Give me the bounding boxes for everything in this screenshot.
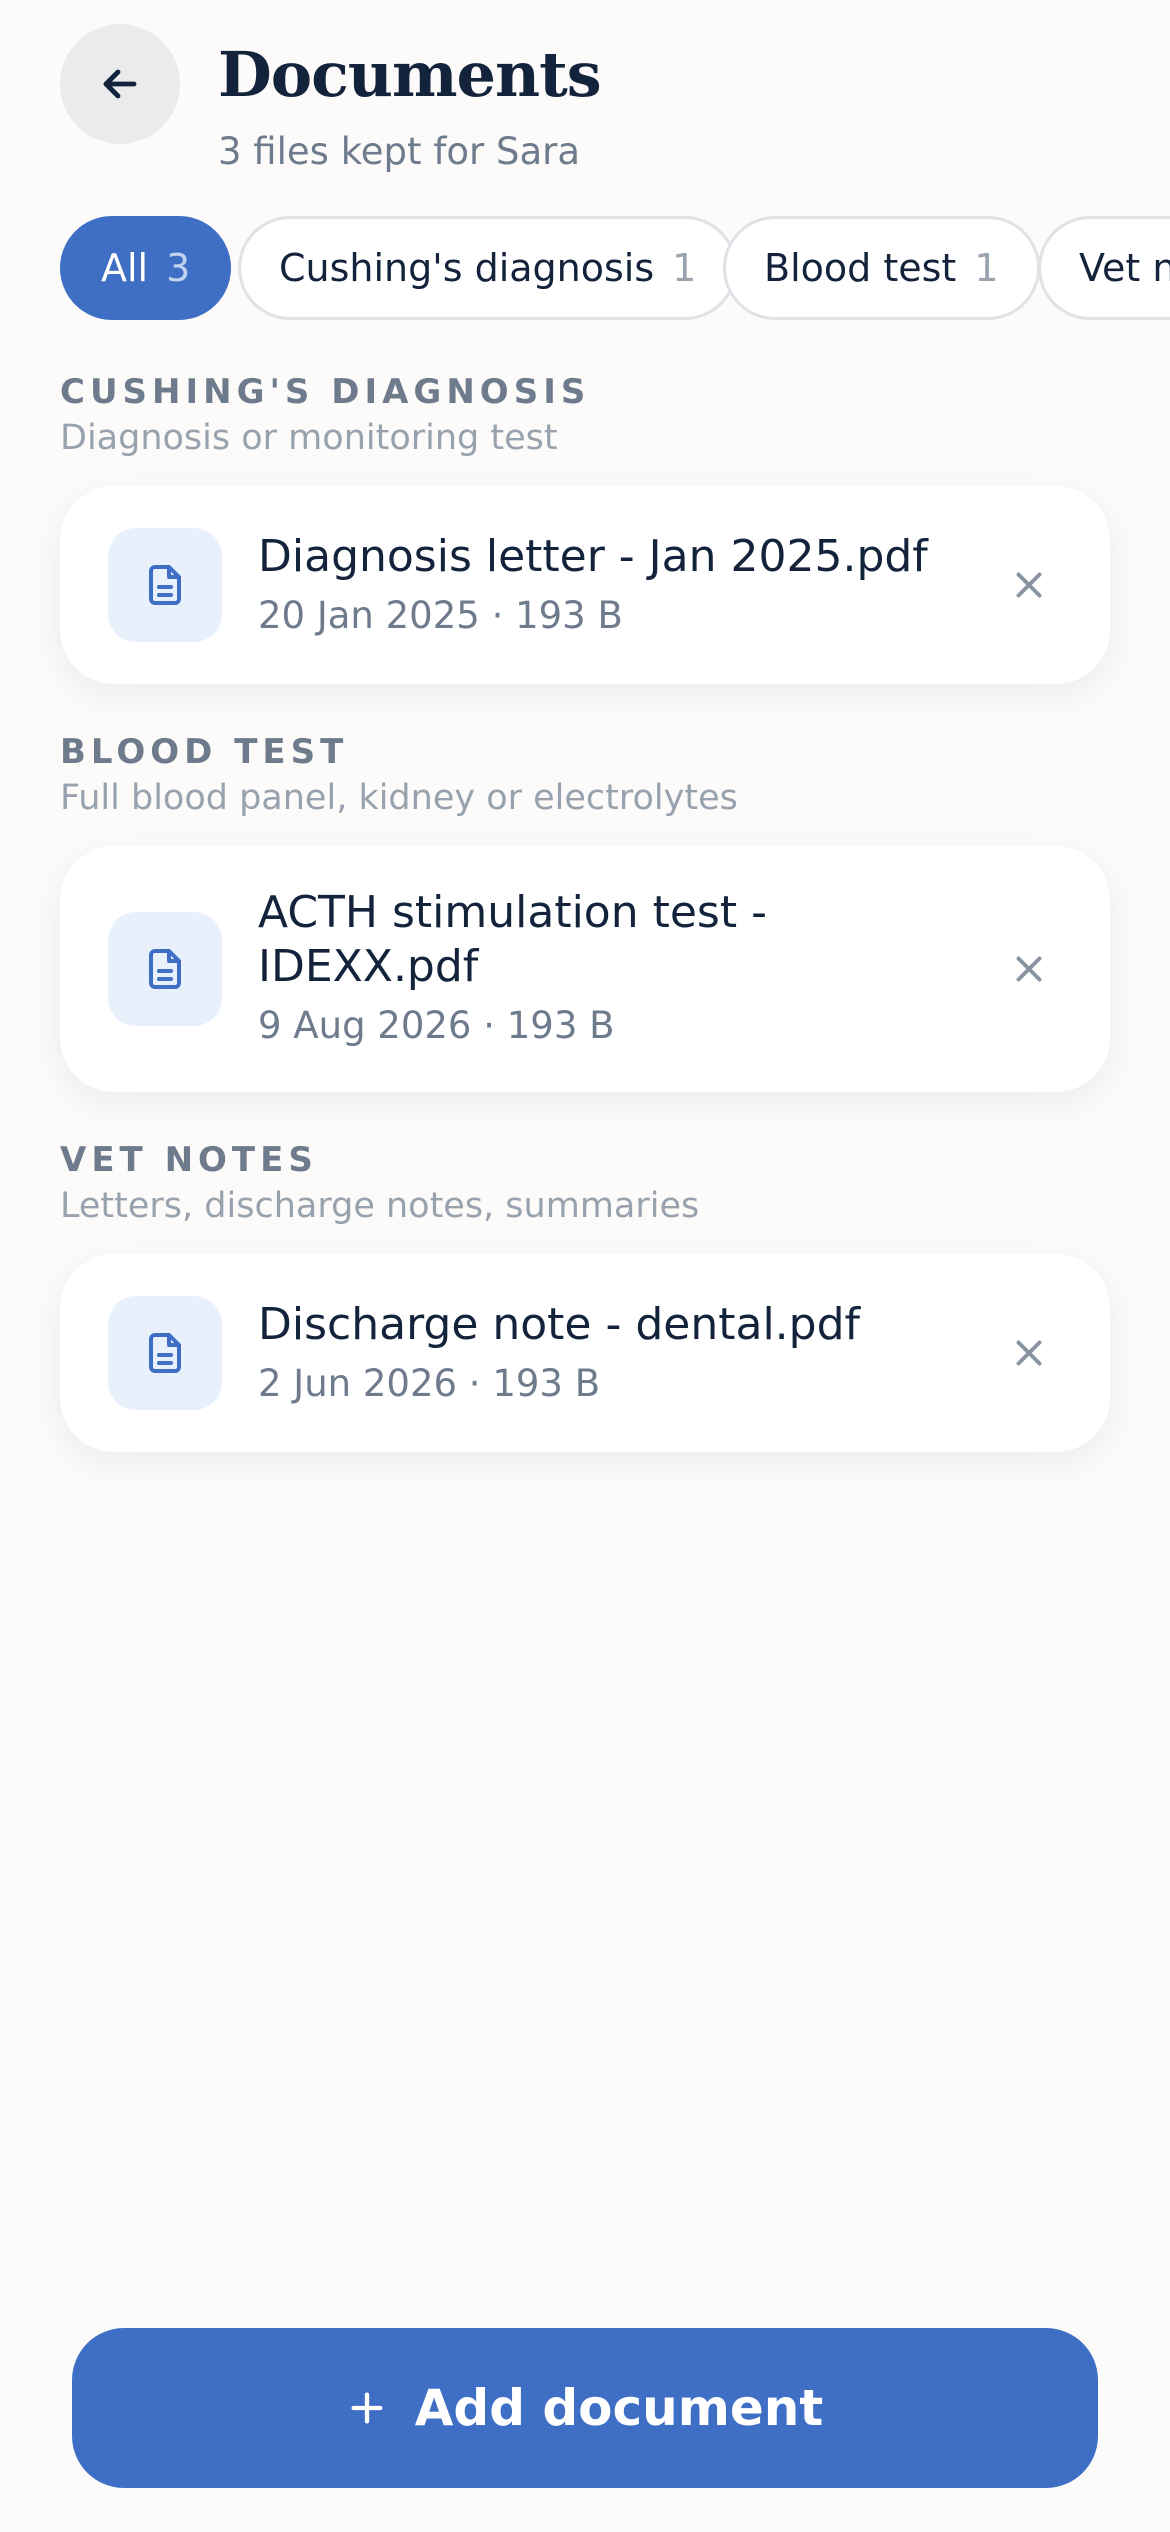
- close-icon: [1016, 956, 1042, 982]
- filter-chip-label: All: [101, 246, 149, 290]
- file-meta: 20 Jan 2025 · 193 B: [258, 594, 623, 637]
- filter-chip-count: 1: [672, 246, 697, 290]
- add-document-button[interactable]: Add document: [72, 2328, 1098, 2488]
- file-card[interactable]: Diagnosis letter - Jan 2025.pdf 20 Jan 2…: [60, 486, 1110, 684]
- section-description: Letters, discharge notes, summaries: [60, 1186, 700, 1226]
- file-name: Discharge note - dental.pdf: [258, 1299, 861, 1350]
- filter-chip-blood-test[interactable]: Blood test 1: [723, 216, 1040, 320]
- filter-chip-count: 1: [974, 246, 999, 290]
- close-icon: [1016, 1340, 1042, 1366]
- remove-file-button[interactable]: [994, 1318, 1064, 1388]
- file-icon-tile: [108, 912, 222, 1026]
- section-description: Full blood panel, kidney or electrolytes: [60, 778, 738, 818]
- filter-chip-label: Cushing's diagnosis: [279, 246, 655, 290]
- section-title: BLOOD TEST: [60, 732, 349, 772]
- document-icon: [149, 565, 181, 605]
- remove-file-button[interactable]: [994, 934, 1064, 1004]
- close-icon: [1016, 572, 1042, 598]
- file-name: Diagnosis letter - Jan 2025.pdf: [258, 531, 928, 582]
- file-card[interactable]: ACTH stimulation test - IDEXX.pdf 9 Aug …: [60, 846, 1110, 1092]
- filter-chip-vet-notes[interactable]: Vet no: [1038, 216, 1170, 320]
- arrow-left-icon: [103, 69, 137, 99]
- remove-file-button[interactable]: [994, 550, 1064, 620]
- page-header: Documents 3 files kept for Sara: [60, 24, 1110, 184]
- filter-chip-label: Blood test: [764, 246, 957, 290]
- page-subtitle: 3 files kept for Sara: [218, 130, 580, 173]
- document-icon: [149, 949, 181, 989]
- section-blood-test: BLOOD TEST Full blood panel, kidney or e…: [60, 732, 1110, 1092]
- file-icon-tile: [108, 528, 222, 642]
- filter-chip-label: Vet no: [1079, 246, 1170, 290]
- section-vet-notes: VET NOTES Letters, discharge notes, summ…: [60, 1140, 1110, 1452]
- filter-chip-cushings-diagnosis[interactable]: Cushing's diagnosis 1: [238, 216, 738, 320]
- page-title: Documents: [218, 38, 602, 111]
- file-meta: 9 Aug 2026 · 193 B: [258, 1004, 615, 1047]
- filter-chips: All 3 Cushing's diagnosis 1 Blood test 1…: [60, 216, 1170, 324]
- file-meta: 2 Jun 2026 · 193 B: [258, 1362, 601, 1405]
- add-document-label: Add document: [414, 2379, 824, 2437]
- plus-icon: [351, 2392, 383, 2424]
- back-button[interactable]: [60, 24, 180, 144]
- file-card[interactable]: Discharge note - dental.pdf 2 Jun 2026 ·…: [60, 1254, 1110, 1452]
- filter-chip-all[interactable]: All 3: [60, 216, 232, 320]
- section-title: CUSHING'S DIAGNOSIS: [60, 372, 591, 412]
- filter-chip-count: 3: [166, 246, 191, 290]
- file-icon-tile: [108, 1296, 222, 1410]
- section-title: VET NOTES: [60, 1140, 318, 1180]
- file-name: ACTH stimulation test - IDEXX.pdf: [258, 887, 767, 992]
- document-icon: [149, 1333, 181, 1373]
- section-cushings-diagnosis: CUSHING'S DIAGNOSIS Diagnosis or monitor…: [60, 372, 1110, 684]
- section-description: Diagnosis or monitoring test: [60, 418, 558, 458]
